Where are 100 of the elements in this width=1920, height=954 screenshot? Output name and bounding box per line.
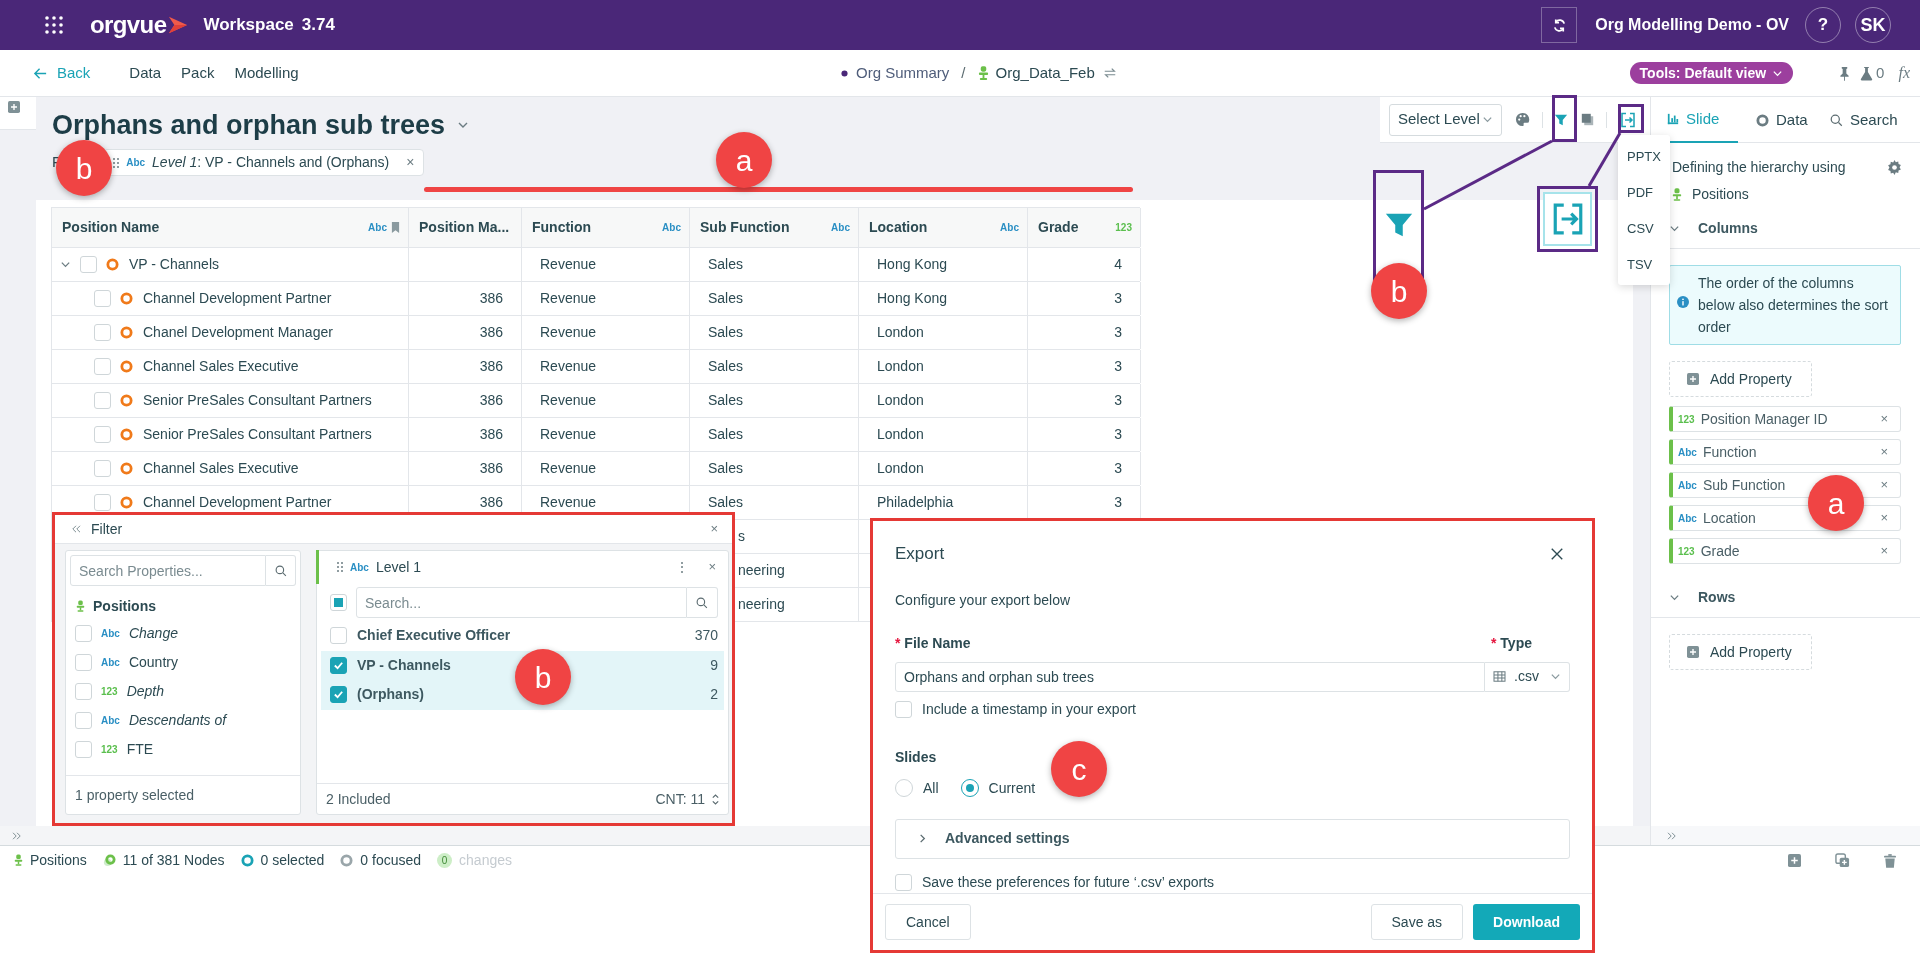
add-property-button[interactable]: Add Property [1669,361,1812,397]
table-cell-text: Revenue [540,289,597,308]
checkbox[interactable] [94,460,111,477]
menu-item[interactable]: Modelling [234,61,299,85]
checkbox[interactable] [895,873,912,891]
collapse-icon[interactable] [71,525,81,533]
remove-button[interactable]: × [1880,475,1888,495]
menu-item[interactable]: CSV [1618,211,1670,247]
checkbox[interactable] [94,392,111,409]
panel-tab[interactable]: Data [1738,97,1826,143]
export-icon[interactable] [1620,111,1636,128]
checkbox[interactable] [94,358,111,375]
property-chip[interactable]: 123 Grade × [1669,538,1901,564]
stepper-icon[interactable] [711,792,720,806]
property-label[interactable]: Country [128,652,178,673]
filter-chip[interactable]: Abc Level 1: VP - Channels and (Orphans) × [103,149,425,176]
property-chip[interactable]: Abc Function × [1669,439,1901,465]
checkbox[interactable] [94,324,111,341]
checkbox[interactable] [75,741,92,758]
type-label: 123 [1678,412,1695,427]
column-header[interactable]: Sub Function Abc [690,208,859,247]
checkbox[interactable] [75,654,92,671]
panel-title: Filter [91,519,123,539]
breadcrumb-link[interactable]: Org Summary [856,61,950,85]
property-chip[interactable]: 123 Position Manager ID × [1669,406,1901,432]
expand-icon[interactable] [12,831,22,840]
delete-icon[interactable] [1884,853,1896,868]
property-label[interactable]: FTE [126,739,154,760]
checkbox[interactable] [94,426,111,443]
select-all-checkbox[interactable] [330,594,347,611]
property-label[interactable]: Depth [126,681,165,702]
expand-caret-icon[interactable] [60,259,71,270]
property-label[interactable]: Change [128,623,178,644]
filter-icon[interactable] [1554,112,1568,127]
remove-button[interactable]: × [1880,442,1888,462]
checkbox[interactable] [330,656,347,674]
menu-item[interactable]: Data [129,61,162,85]
checkbox[interactable] [330,627,347,645]
checkbox[interactable] [330,686,347,704]
expand-icon[interactable] [1667,831,1677,840]
remove-button[interactable]: × [1880,409,1888,429]
drag-handle-icon[interactable] [337,562,343,572]
search-field[interactable]: Search Properties... [70,555,266,586]
add-icon[interactable] [1788,854,1801,867]
flask-icon[interactable] [1860,65,1874,81]
column-header[interactable]: Position Name Abc [52,208,409,247]
level-dropdown[interactable]: Select Level [1389,103,1502,136]
add-icon[interactable] [8,101,20,113]
layers-icon[interactable] [1581,113,1594,126]
checkbox[interactable] [80,256,97,273]
remove-button[interactable]: × [406,152,415,173]
node-ring-icon [120,360,133,373]
checkbox[interactable] [94,494,111,511]
menu-item[interactable]: TSV [1618,247,1670,283]
refresh-button[interactable] [1541,7,1578,43]
remove-button[interactable]: × [1880,508,1888,528]
breadcrumb-link[interactable]: Org_Data_Feb [995,61,1095,85]
formula-button[interactable]: fx [1898,61,1910,85]
column-header[interactable]: Function Abc [522,208,690,247]
section-caret-icon[interactable] [1669,592,1680,603]
checkbox[interactable] [75,625,92,642]
remove-button[interactable]: × [1880,541,1888,561]
duplicate-icon[interactable] [1835,853,1850,868]
search-button[interactable] [266,555,296,586]
settings-icon[interactable] [1887,160,1902,175]
tools-dropdown[interactable]: Tools: Default view [1629,62,1794,84]
add-property-button[interactable]: Add Property [1669,634,1812,670]
checkbox[interactable] [75,712,92,729]
bookmark-icon[interactable] [391,222,400,233]
checkbox[interactable] [75,683,92,700]
menu-item[interactable]: Pack [181,61,215,85]
section-caret-icon[interactable] [1669,223,1680,234]
close-icon[interactable] [1550,546,1564,561]
menu-item[interactable]: PDF [1618,175,1670,211]
search-button[interactable] [687,587,718,618]
file-name-field[interactable]: Orphans and orphan sub trees [895,661,1485,692]
drag-handle-icon[interactable] [113,157,120,168]
section-title[interactable]: Rows [1698,587,1736,608]
column-header[interactable]: Position Ma... [409,208,522,247]
dialog-button[interactable]: Cancel [885,904,971,940]
dialog-button[interactable]: Save as [1370,904,1464,940]
column-header[interactable]: Location Abc [859,208,1028,247]
close-button[interactable]: × [710,519,718,539]
table-cell-text: 386 [479,425,503,444]
value-row[interactable]: Chief Executive Officer 370 [321,621,724,651]
close-button[interactable]: × [708,557,716,577]
apps-grid-icon[interactable] [44,15,64,35]
palette-icon[interactable] [1515,112,1530,127]
section-title[interactable]: Columns [1698,218,1758,239]
pin-icon[interactable] [1839,65,1851,81]
advanced-settings-toggle[interactable]: Advanced settings [895,818,1570,859]
search-field[interactable]: Search... [356,587,687,618]
sync-icon[interactable] [1102,66,1117,80]
column-header[interactable]: Grade 123 [1028,208,1141,247]
panel-tab[interactable]: Search [1826,97,1898,143]
type-dropdown[interactable]: .csv [1485,661,1570,692]
checkbox[interactable] [94,290,111,307]
property-label[interactable]: Descendants of [128,710,227,731]
checkbox[interactable] [895,700,912,718]
more-menu-button[interactable]: ⋮ [675,556,690,578]
